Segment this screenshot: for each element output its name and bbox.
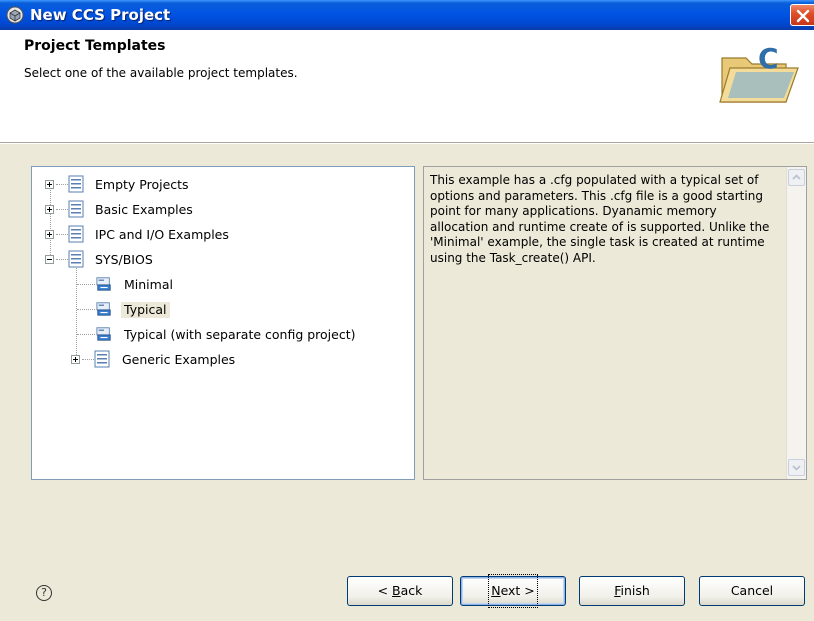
chevron-down-icon xyxy=(792,465,801,471)
tree-item-typical[interactable]: Typical xyxy=(32,300,412,320)
tree-item-basic-examples[interactable]: Basic Examples xyxy=(32,200,412,220)
template-tree[interactable]: Empty Projects Basic Examples IPC and I/… xyxy=(31,166,415,480)
svg-text:C: C xyxy=(758,42,779,75)
page-title: Project Templates xyxy=(24,38,166,54)
tree-item-label: SYS/BIOS xyxy=(95,252,153,267)
close-button[interactable] xyxy=(790,4,814,26)
next-button[interactable]: Next > xyxy=(460,574,566,608)
description-scrollbar[interactable] xyxy=(786,167,806,479)
tree-item-minimal[interactable]: Minimal xyxy=(32,275,412,295)
tree-item-label: IPC and I/O Examples xyxy=(95,227,229,242)
title-bar[interactable]: New CCS Project xyxy=(0,0,814,30)
tree-item-label: Generic Examples xyxy=(122,352,236,367)
tree-item-typical-separate-config[interactable]: Typical (with separate config project) xyxy=(32,325,412,345)
template-icon xyxy=(96,302,111,316)
scroll-up-button[interactable] xyxy=(788,169,805,186)
tree-item-ipc-io-examples[interactable]: IPC and I/O Examples xyxy=(32,225,412,245)
tree-connector xyxy=(50,185,51,257)
page-description: Select one of the available project temp… xyxy=(24,66,298,80)
chevron-up-icon xyxy=(792,174,801,180)
tree-item-label: Typical (with separate config project) xyxy=(124,327,356,342)
expand-icon[interactable] xyxy=(45,180,54,189)
expand-icon[interactable] xyxy=(45,230,54,239)
next-button-label: Next > xyxy=(488,574,538,608)
template-group-icon xyxy=(94,350,110,368)
tree-item-generic-examples[interactable]: Generic Examples xyxy=(32,350,412,370)
window-title: New CCS Project xyxy=(30,6,171,24)
folder-c-icon: C xyxy=(719,42,799,103)
cancel-button[interactable]: Cancel xyxy=(699,576,805,606)
expand-icon[interactable] xyxy=(45,205,54,214)
template-description-text: This example has a .cfg populated with a… xyxy=(430,173,770,265)
tree-item-empty-projects[interactable]: Empty Projects xyxy=(32,175,412,195)
scroll-down-button[interactable] xyxy=(788,459,805,476)
expand-icon[interactable] xyxy=(71,355,80,364)
template-group-icon xyxy=(68,250,84,268)
finish-button[interactable]: Finish xyxy=(579,576,685,606)
template-icon xyxy=(96,327,111,341)
tree-item-sys-bios[interactable]: SYS/BIOS xyxy=(32,250,412,270)
header-separator xyxy=(0,142,814,144)
tree-item-label-selected: Typical xyxy=(121,302,170,318)
collapse-icon[interactable] xyxy=(45,255,54,264)
back-button[interactable]: < Back xyxy=(347,576,453,606)
template-icon xyxy=(96,277,111,291)
cancel-button-label: Cancel xyxy=(730,583,774,598)
template-group-icon xyxy=(68,175,84,193)
back-button-label: < Back xyxy=(377,583,423,598)
close-icon xyxy=(796,9,810,23)
help-icon: ? xyxy=(41,586,47,599)
template-group-icon xyxy=(68,225,84,243)
ccs-app-icon xyxy=(6,6,24,24)
dialog-window: New CCS Project Project Templates Select… xyxy=(0,0,814,621)
tree-item-label: Minimal xyxy=(124,277,173,292)
tree-item-label: Basic Examples xyxy=(95,202,193,217)
finish-button-label: Finish xyxy=(614,583,650,598)
template-group-icon xyxy=(68,200,84,218)
template-description-panel[interactable]: This example has a .cfg populated with a… xyxy=(423,166,807,480)
help-button[interactable]: ? xyxy=(36,585,52,601)
tree-item-label: Empty Projects xyxy=(95,177,189,192)
